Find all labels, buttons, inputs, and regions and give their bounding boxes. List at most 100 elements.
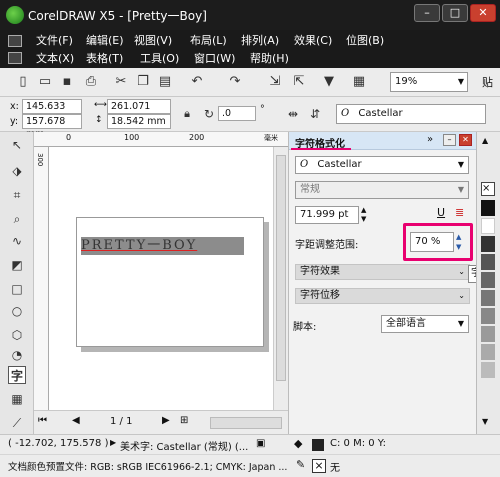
application-launcher-icon[interactable]: ▼ [320, 73, 338, 91]
swatch-gray-70[interactable] [481, 254, 495, 270]
swatch-gray-90[interactable] [481, 236, 495, 252]
font-size-spinner[interactable]: ▲ ▼ [361, 206, 366, 224]
menu-help[interactable]: 帮助(H) [250, 50, 289, 66]
font-size-field[interactable]: 71.999 pt [295, 206, 359, 224]
crop-tool-icon[interactable]: ⌗ [8, 186, 26, 204]
underline-icon[interactable]: U [437, 206, 445, 219]
docker-expand-icon[interactable]: » [427, 134, 433, 145]
lock-ratio-icon[interactable]: 🔒︎ [178, 105, 196, 123]
chevron-down-icon: ▼ [457, 77, 464, 86]
print-icon[interactable]: ⎙ [82, 73, 100, 91]
width-field[interactable]: 261.071 mm [107, 99, 171, 125]
artistic-text[interactable]: PRETTY一BOY [81, 237, 251, 255]
export-icon[interactable]: ⇱ [290, 73, 308, 91]
menu-layout[interactable]: 布局(L) [190, 32, 227, 48]
y-position-field[interactable]: 157.678 mm [22, 114, 82, 140]
kerning-range-field[interactable]: 70 % [410, 232, 454, 252]
menu-window[interactable]: 窗口(W) [194, 50, 235, 66]
character-shift-section[interactable]: 字符位移 ⌄ [295, 288, 470, 304]
table-tool-icon[interactable]: ▦ [8, 390, 26, 408]
docker-minimize-button[interactable]: – [443, 134, 456, 146]
import-icon[interactable]: ⇲ [266, 73, 284, 91]
horizontal-scrollbar[interactable] [210, 417, 282, 429]
character-effects-section[interactable]: 字符效果 ⌄ [295, 264, 470, 280]
text-color-icon[interactable]: ≣ [455, 206, 464, 219]
opentype-o-icon: O [300, 159, 309, 170]
swatch-gray-50[interactable] [481, 290, 495, 306]
chevron-down-icon: ⌄ [458, 267, 465, 276]
mirror-horizontal-icon[interactable]: ⇹ [284, 105, 302, 123]
docker-header: 字符格式化 » – ✕ [289, 132, 476, 150]
document-window-icon[interactable] [8, 35, 22, 47]
new-document-icon[interactable]: ▯ [14, 73, 32, 91]
drawing-canvas[interactable]: PRETTY一BOY [49, 147, 273, 410]
menu-arrange[interactable]: 排列(A) [241, 32, 279, 48]
previous-page-icon[interactable]: ◀ [72, 415, 80, 426]
welcome-screen-icon[interactable]: ▦ [350, 73, 368, 91]
close-button[interactable]: ✕ [470, 4, 496, 22]
x-position-field[interactable]: 145.633 mm [22, 99, 82, 125]
mirror-vertical-icon[interactable]: ⇵ [306, 105, 324, 123]
property-bar: x: 145.633 mm y: 157.678 mm ⟷ 261.071 mm… [0, 97, 500, 140]
menu-text[interactable]: 文本(X) [36, 50, 74, 66]
cut-icon[interactable]: ✂ [112, 73, 130, 91]
swatch-gray-20[interactable] [481, 344, 495, 360]
polygon-tool-icon[interactable]: ⬡ [8, 326, 26, 344]
basic-shapes-icon[interactable]: ◔ [8, 346, 26, 364]
height-field[interactable]: 18.542 mm [107, 114, 171, 129]
swatch-white[interactable] [481, 218, 495, 234]
add-page-icon[interactable]: ⊞ [180, 415, 188, 426]
maximize-button[interactable]: □ [442, 4, 468, 22]
script-select[interactable]: 全部语言 ▼ [381, 315, 469, 333]
palette-scroll-up-icon[interactable]: ▲ [482, 136, 488, 145]
freehand-tool-icon[interactable]: ∿ [8, 232, 26, 250]
font-select[interactable]: O Castellar [336, 104, 486, 124]
document-control-icon[interactable] [8, 52, 22, 64]
shape-tool-icon[interactable]: ⬗ [8, 162, 26, 180]
menu-table[interactable]: 表格(T) [86, 50, 123, 66]
copy-icon[interactable]: ❐ [134, 73, 152, 91]
vertical-ruler: 300 [34, 147, 49, 410]
open-icon[interactable]: ▭ [36, 73, 54, 91]
coreldraw-logo-icon [6, 6, 24, 24]
rotate-icon[interactable]: ↻ [200, 105, 218, 123]
swatch-gray-60[interactable] [481, 272, 495, 288]
font-style-select[interactable]: 常规 ▼ [295, 181, 469, 199]
vertical-scrollbar[interactable] [273, 147, 288, 410]
no-color-swatch[interactable]: ⨯ [481, 182, 495, 196]
text-tool-icon[interactable]: 字 [8, 366, 26, 384]
zoom-select[interactable]: 19% ▼ [390, 72, 468, 92]
ellipse-tool-icon[interactable]: ○ [8, 302, 26, 320]
dimension-tool-icon[interactable]: ⟋ [8, 414, 26, 432]
palette-scroll-down-icon[interactable]: ▼ [482, 417, 488, 426]
docker-font-select[interactable]: O Castellar ▼ [295, 156, 469, 174]
swatch-gray-10[interactable] [481, 362, 495, 378]
pick-tool-icon[interactable]: ↖ [8, 136, 26, 154]
menu-bitmaps[interactable]: 位图(B) [346, 32, 384, 48]
swatch-gray-30[interactable] [481, 326, 495, 342]
next-page-icon[interactable]: ▶ [162, 415, 170, 426]
menu-view[interactable]: 视图(V) [134, 32, 172, 48]
zoom-tool-icon[interactable]: ⌕ [8, 210, 26, 228]
paste-icon[interactable]: ▤ [156, 73, 174, 91]
menu-file[interactable]: 文件(F) [36, 32, 73, 48]
save-icon[interactable]: ▪ [58, 73, 76, 91]
rectangle-tool-icon[interactable]: □ [8, 280, 26, 298]
paste-label[interactable]: 贴 [482, 74, 493, 90]
first-page-icon[interactable]: ⏮ [38, 415, 47, 426]
smart-fill-icon[interactable]: ◩ [8, 256, 26, 274]
menu-effects[interactable]: 效果(C) [294, 32, 332, 48]
swatch-black[interactable] [481, 200, 495, 216]
kerning-spinner[interactable]: ▲ ▼ [456, 232, 461, 252]
undo-icon[interactable]: ↶ [188, 73, 206, 91]
swatch-gray-40[interactable] [481, 308, 495, 324]
page-navigator: ⏮ ◀ 1 / 1 ▶ ⊞ [34, 410, 288, 434]
rotation-angle-field[interactable]: .0 [218, 106, 256, 121]
minimize-button[interactable]: – [414, 4, 440, 22]
menu-tools[interactable]: 工具(O) [140, 50, 179, 66]
color-profile-info[interactable]: 文档颜色预置文件: RGB: sRGB IEC61966-2.1; CMYK: … [8, 459, 287, 473]
scroll-thumb[interactable] [276, 155, 286, 381]
docker-close-button[interactable]: ✕ [459, 134, 472, 146]
menu-edit[interactable]: 编辑(E) [86, 32, 124, 48]
redo-icon[interactable]: ↷ [226, 73, 244, 91]
